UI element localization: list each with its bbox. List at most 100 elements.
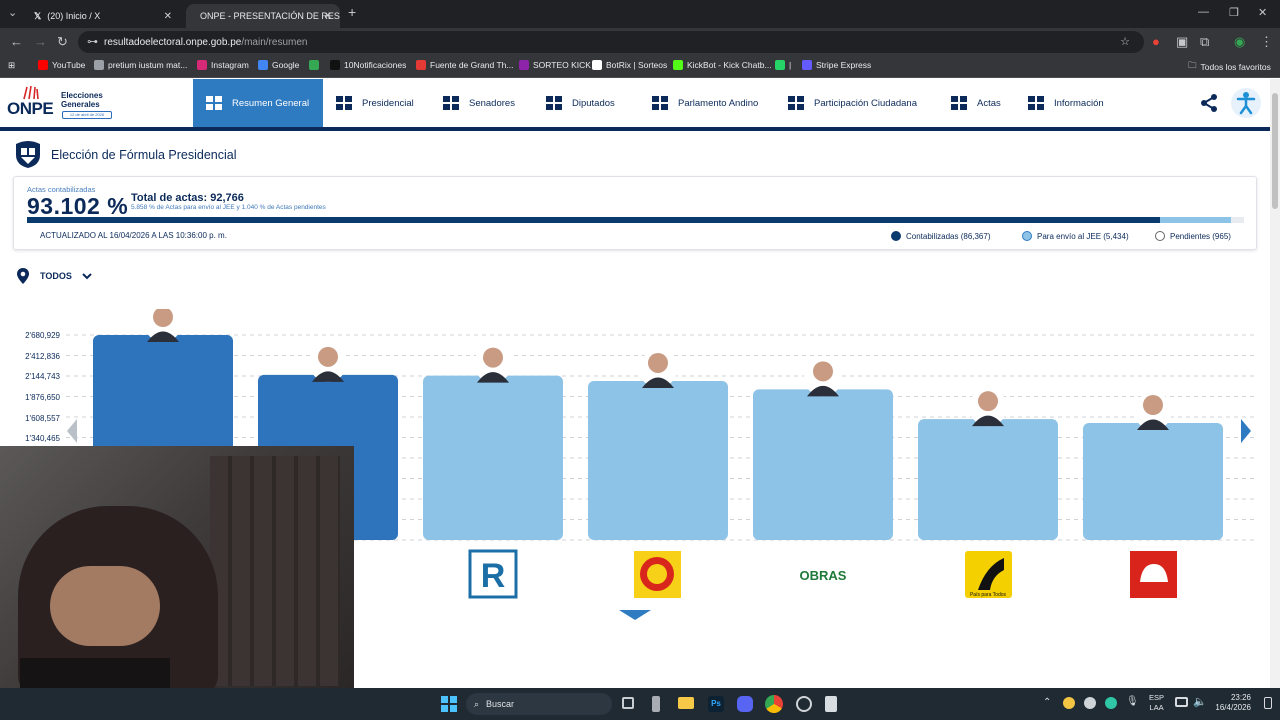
file-explorer-icon[interactable] [678, 697, 694, 709]
volume-icon[interactable]: 🔈 [1193, 695, 1207, 708]
candidate-bar[interactable] [918, 419, 1058, 540]
bookmark-item[interactable]: YouTube [38, 60, 85, 70]
bookmark-item[interactable]: SORTEO KICK [519, 60, 591, 70]
region-filter[interactable]: TODOS [16, 267, 92, 285]
menu-kebab-icon[interactable]: ⋮ [1260, 34, 1273, 50]
obs-icon[interactable] [796, 696, 812, 712]
notifications-icon[interactable] [1264, 697, 1272, 709]
folder-icon: 🗀 [1188, 60, 1197, 70]
apps-grid-icon[interactable]: ⊞ [8, 60, 15, 71]
forward-icon[interactable]: → [34, 34, 47, 49]
close-window-icon[interactable]: ✕ [1258, 6, 1267, 19]
nav-item-participación-ciudadana[interactable]: Participación Ciudadana [787, 79, 917, 127]
legend-label: Pendientes (965) [1170, 231, 1231, 241]
bookmark-item[interactable]: BotRix | Sorteos [592, 60, 667, 70]
bookmarks-bar: ⊞ YouTube pretium iustum mat... Instagram G… [0, 56, 1280, 78]
task-view-icon[interactable] [622, 697, 634, 709]
taskbar-search[interactable]: ⌕ Buscar [466, 693, 612, 715]
tab-search-icon[interactable]: ⌄ [8, 6, 17, 19]
tray-app2-icon[interactable] [1105, 697, 1117, 709]
clock[interactable]: 23:26 16/4/2026 [1213, 693, 1251, 713]
close-tab-icon[interactable]: ✕ [324, 11, 332, 22]
logo-date: 12 de abril de 2026 [62, 111, 112, 119]
all-bookmarks-label: Todos los favoritos [1200, 62, 1271, 72]
logo-subtitle: Elecciones Generales [61, 91, 103, 109]
nav-item-presidencial[interactable]: Presidencial [335, 79, 414, 127]
network-icon[interactable] [1175, 697, 1188, 707]
profile-avatar[interactable]: ◉ [1234, 34, 1245, 50]
tray-chevron-up-icon[interactable]: ⌃ [1043, 697, 1051, 708]
language-indicator[interactable]: ESP LAA [1149, 693, 1164, 713]
y-tick-label: 2'412,836 [25, 352, 60, 361]
chart-next-arrow-icon[interactable] [1241, 419, 1251, 443]
chevron-down-icon [82, 273, 92, 280]
webcam-face [50, 566, 160, 646]
bookmark-item[interactable]: KickBot - Kick Chatb... [673, 60, 772, 70]
share-icon[interactable] [1200, 93, 1218, 118]
nav-item-parlamento-andino[interactable]: Parlamento Andino [651, 79, 758, 127]
onpe-logo[interactable]: ONPE Elecciones Generales 12 de abril de… [6, 85, 116, 121]
nav-item-diputados[interactable]: Diputados [545, 79, 615, 127]
calculator-icon[interactable] [825, 696, 837, 712]
photoshop-icon[interactable]: Ps [708, 696, 724, 712]
tray-cloud-icon[interactable] [1084, 697, 1096, 709]
chart-prev-arrow-icon[interactable] [67, 419, 77, 443]
total-actas: Total de actas: 92,766 [131, 192, 244, 204]
discord-icon[interactable] [737, 696, 753, 712]
accessibility-icon[interactable] [1231, 88, 1261, 118]
bookmark-item[interactable]: Fuente de Grand Th... [416, 60, 513, 70]
minimize-icon[interactable]: — [1198, 6, 1209, 18]
candidate-bar[interactable] [588, 380, 728, 540]
reload-icon[interactable]: ↻ [57, 34, 68, 50]
extension-red-icon[interactable]: ● [1152, 34, 1160, 49]
url-path: /main/resumen [241, 36, 308, 48]
bookmark-item[interactable]: pretium iustum mat... [94, 60, 187, 70]
bookmark-item[interactable]: Google [258, 60, 299, 70]
tray-app-icon[interactable] [1063, 697, 1075, 709]
logo-text: ONPE [7, 99, 54, 118]
nav-item-resumen-general[interactable]: Resumen General [193, 79, 323, 127]
windows-start-icon[interactable] [441, 696, 457, 712]
site-info-icon[interactable]: ⊶ [87, 35, 98, 48]
back-icon[interactable]: ← [10, 34, 23, 49]
candidate-bar[interactable] [423, 375, 563, 540]
bookmark-star-icon[interactable]: ☆ [1120, 35, 1130, 48]
bookmark-item[interactable]: Stripe Express [802, 60, 871, 70]
taskbar-search-label: Buscar [486, 699, 515, 709]
chrome-icon[interactable] [765, 695, 783, 713]
y-tick-label: 1'876,650 [25, 393, 60, 402]
tab-onpe[interactable]: ONPE - PRESENTACIÓN DE RES ✕ [186, 4, 340, 28]
close-tab-icon[interactable]: ✕ [164, 11, 172, 22]
bookmark-label: KickBot - Kick Chatb... [687, 60, 772, 70]
restore-icon[interactable]: ❐ [1229, 6, 1239, 19]
onpe-page: ONPE Elecciones Generales 12 de abril de… [0, 79, 1270, 688]
pais-para-todos-label: País para Todos [970, 592, 1007, 598]
bookmark-favicon-icon [592, 60, 602, 70]
tab-x-inicio[interactable]: 𝕏 (20) Inicio / X ✕ [26, 4, 180, 28]
extension-icon[interactable]: ▣ [1176, 34, 1188, 50]
bookmark-item[interactable]: 10Notificaciones [330, 60, 406, 70]
candidate-bar[interactable] [753, 389, 893, 540]
bookmark-item[interactable]: Instagram [197, 60, 249, 70]
bookmark-item[interactable] [309, 60, 323, 70]
scrollbar-thumb[interactable] [1272, 93, 1278, 209]
dashboard-icon [205, 95, 223, 111]
nav-item-actas[interactable]: Actas [950, 79, 1001, 127]
extensions-puzzle-icon[interactable]: ⧉ [1200, 34, 1209, 50]
address-bar[interactable]: ⊶ resultadoelectoral.onpe.gob.pe/main/re… [78, 31, 1144, 53]
bookmark-favicon-icon [416, 60, 426, 70]
info-document-icon [1027, 95, 1045, 111]
candidate-bar[interactable] [1083, 423, 1223, 540]
all-bookmarks-folder[interactable]: 🗀 Todos los favoritos [1188, 60, 1271, 74]
obras-logo: OBRAS [800, 568, 847, 583]
nav-item-información[interactable]: Información [1027, 79, 1104, 127]
bookmark-label: | [789, 60, 792, 70]
nav-item-senadores[interactable]: Senadores [442, 79, 515, 127]
microphone-icon[interactable]: 🎙 [1126, 696, 1139, 707]
progress-jee [1160, 217, 1232, 223]
bookmark-item[interactable]: | [775, 60, 791, 70]
page-scrollbar[interactable] [1270, 79, 1280, 688]
taskbar-app-icon[interactable] [652, 696, 660, 712]
new-tab-button[interactable]: + [348, 4, 356, 20]
browser-toolbar: ← → ↻ ⊶ resultadoelectoral.onpe.gob.pe/m… [0, 28, 1280, 56]
